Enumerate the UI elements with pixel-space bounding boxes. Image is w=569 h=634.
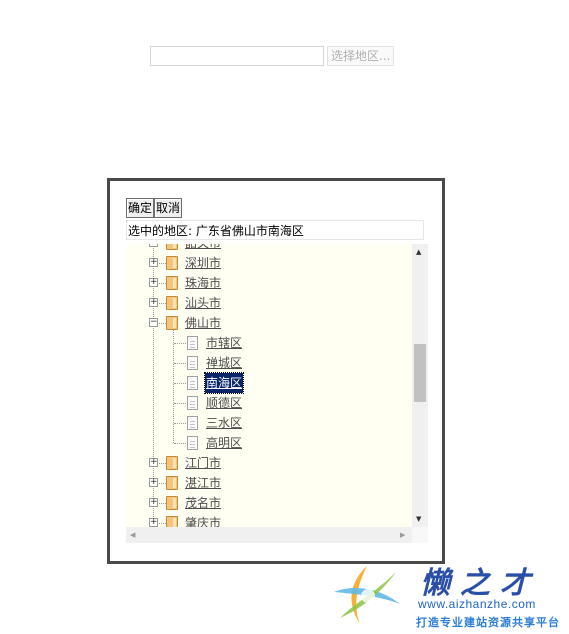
site-watermark: 懒之才 www.aizhanzhe.com 打造专业建站资源共享平台 xyxy=(328,558,568,634)
tree-node-district[interactable]: 三水区 xyxy=(126,413,412,433)
region-picker-row: 选择地区... xyxy=(150,46,395,66)
region-input[interactable] xyxy=(150,46,324,66)
folder-icon xyxy=(166,476,178,490)
tree-node-label[interactable]: 湛江市 xyxy=(185,473,221,493)
tree-connector-line xyxy=(174,363,186,364)
tree-node-city[interactable]: + 珠海市 xyxy=(126,273,412,293)
watermark-title: 懒之才 xyxy=(420,566,540,601)
document-icon xyxy=(187,396,198,410)
tree-node-city[interactable]: − 佛山市 xyxy=(126,313,412,333)
scroll-down-arrow-icon[interactable]: ▼ xyxy=(416,515,421,523)
document-icon xyxy=(187,356,198,370)
region-dialog: 确定 取消 选中的地区: 广东省佛山市南海区 +韶关市+深圳市+珠海市+汕头市−… xyxy=(107,178,445,564)
tree-node-city[interactable]: + 韶关市 xyxy=(126,244,412,253)
tree-node-district[interactable]: 顺德区 xyxy=(126,393,412,413)
expand-icon[interactable]: + xyxy=(149,258,158,267)
selected-region-text: 选中的地区: 广东省佛山市南海区 xyxy=(126,220,424,240)
tree-node-city[interactable]: + 茂名市 xyxy=(126,493,412,513)
folder-icon xyxy=(166,316,178,330)
brand-logo-icon xyxy=(334,566,400,624)
scroll-up-arrow-icon[interactable]: ▲ xyxy=(416,248,421,256)
tree-node-city[interactable]: + 肇庆市 xyxy=(126,513,412,527)
expand-icon[interactable]: + xyxy=(149,278,158,287)
expand-icon[interactable]: + xyxy=(149,298,158,307)
expand-icon[interactable]: + xyxy=(149,458,158,467)
region-tree: + 韶关市 + 深圳市 + 珠海市 + 汕头市 − 佛山市市辖区禅城区南海区顺德区三水区高明区 + 江… xyxy=(126,244,412,527)
select-region-button[interactable]: 选择地区... xyxy=(327,46,395,66)
horizontal-scrollbar[interactable]: ◀ ▶ xyxy=(126,527,412,543)
tree-guide-line xyxy=(173,329,174,443)
tree-node-label[interactable]: 韶关市 xyxy=(185,244,221,253)
scrollbar-corner xyxy=(412,527,428,543)
dialog-button-row: 确定 取消 xyxy=(126,198,183,218)
document-icon xyxy=(187,436,198,450)
tree-connector-line xyxy=(174,383,186,384)
expand-icon[interactable]: + xyxy=(149,498,158,507)
tree-node-label[interactable]: 佛山市 xyxy=(185,313,221,333)
tree-connector-line xyxy=(174,403,186,404)
tree-node-label[interactable]: 肇庆市 xyxy=(185,513,221,527)
vertical-scroll-thumb[interactable] xyxy=(414,344,426,402)
folder-icon xyxy=(166,496,178,510)
expand-icon[interactable]: + xyxy=(149,478,158,487)
tree-node-label[interactable]: 江门市 xyxy=(185,453,221,473)
folder-icon xyxy=(166,276,178,290)
tree-node-city[interactable]: + 湛江市 xyxy=(126,473,412,493)
scroll-right-arrow-icon[interactable]: ▶ xyxy=(400,531,405,539)
scroll-left-arrow-icon[interactable]: ◀ xyxy=(130,531,135,539)
tree-node-label[interactable]: 深圳市 xyxy=(185,253,221,273)
document-icon xyxy=(187,376,198,390)
tree-node-city[interactable]: + 汕头市 xyxy=(126,293,412,313)
folder-icon xyxy=(166,296,178,310)
tree-node-label[interactable]: 茂名市 xyxy=(185,493,221,513)
folder-icon xyxy=(166,516,178,527)
tree-node-city[interactable]: + 深圳市 xyxy=(126,253,412,273)
tree-node-district[interactable]: 市辖区 xyxy=(126,333,412,353)
watermark-url: www.aizhanzhe.com xyxy=(418,597,536,611)
tree-node-label[interactable]: 三水区 xyxy=(206,413,242,433)
tree-connector-line xyxy=(174,423,186,424)
tree-connector-line xyxy=(174,443,186,444)
tree-node-label[interactable]: 汕头市 xyxy=(185,293,221,313)
folder-icon xyxy=(166,244,178,250)
document-icon xyxy=(187,416,198,430)
folder-icon xyxy=(166,256,178,270)
confirm-button[interactable]: 确定 xyxy=(126,198,155,218)
tree-node-label[interactable]: 市辖区 xyxy=(206,333,242,353)
document-icon xyxy=(187,336,198,350)
folder-icon xyxy=(166,456,178,470)
expand-icon[interactable]: + xyxy=(149,244,158,247)
region-tree-viewport[interactable]: + 韶关市 + 深圳市 + 珠海市 + 汕头市 − 佛山市市辖区禅城区南海区顺德区三水区高明区 + 江… xyxy=(126,244,412,527)
collapse-icon[interactable]: − xyxy=(149,318,158,327)
tree-node-district[interactable]: 南海区 xyxy=(126,372,412,394)
tree-node-label[interactable]: 南海区 xyxy=(203,372,245,394)
tree-node-label[interactable]: 高明区 xyxy=(206,433,242,453)
tree-node-label[interactable]: 珠海市 xyxy=(185,273,221,293)
vertical-scrollbar[interactable]: ▲ ▼ xyxy=(412,244,428,527)
tree-node-label[interactable]: 顺德区 xyxy=(206,393,242,413)
region-tree-container: + 韶关市 + 深圳市 + 珠海市 + 汕头市 − 佛山市市辖区禅城区南海区顺德区三水区高明区 + 江… xyxy=(126,244,428,543)
tree-node-city[interactable]: + 江门市 xyxy=(126,453,412,473)
tree-node-district[interactable]: 禅城区 xyxy=(126,353,412,373)
expand-icon[interactable]: + xyxy=(149,518,158,527)
tree-node-label[interactable]: 禅城区 xyxy=(206,353,242,373)
tree-connector-line xyxy=(174,343,186,344)
tree-node-district[interactable]: 高明区 xyxy=(126,433,412,453)
watermark-slogan: 打造专业建站资源共享平台 xyxy=(416,616,560,629)
cancel-button[interactable]: 取消 xyxy=(154,198,183,218)
